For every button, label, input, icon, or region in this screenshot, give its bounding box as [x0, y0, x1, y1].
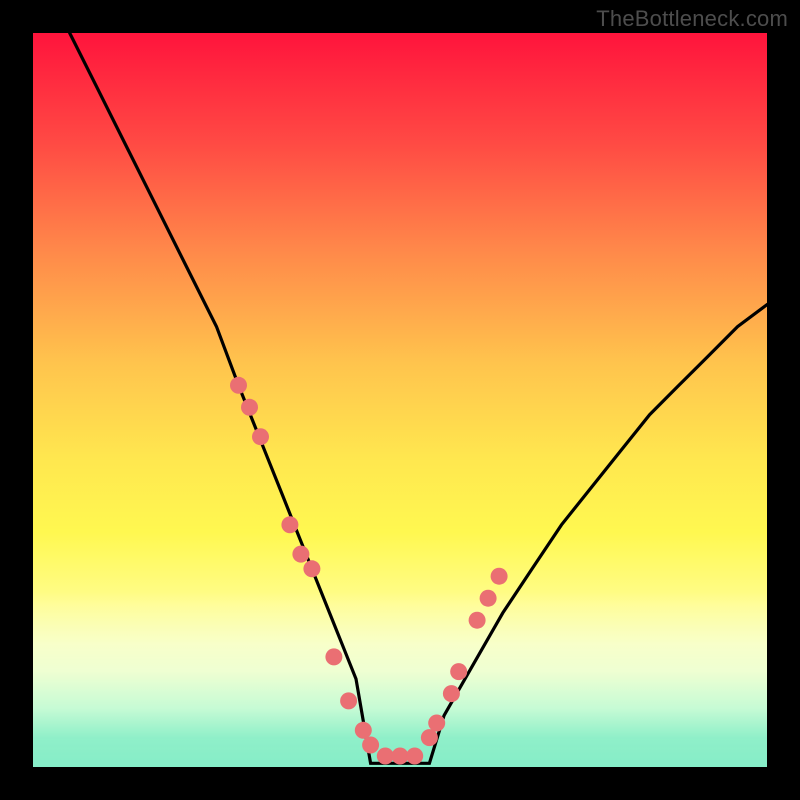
- chart-frame: TheBottleneck.com: [0, 0, 800, 800]
- plot-area: [33, 33, 767, 767]
- watermark-label: TheBottleneck.com: [596, 6, 788, 32]
